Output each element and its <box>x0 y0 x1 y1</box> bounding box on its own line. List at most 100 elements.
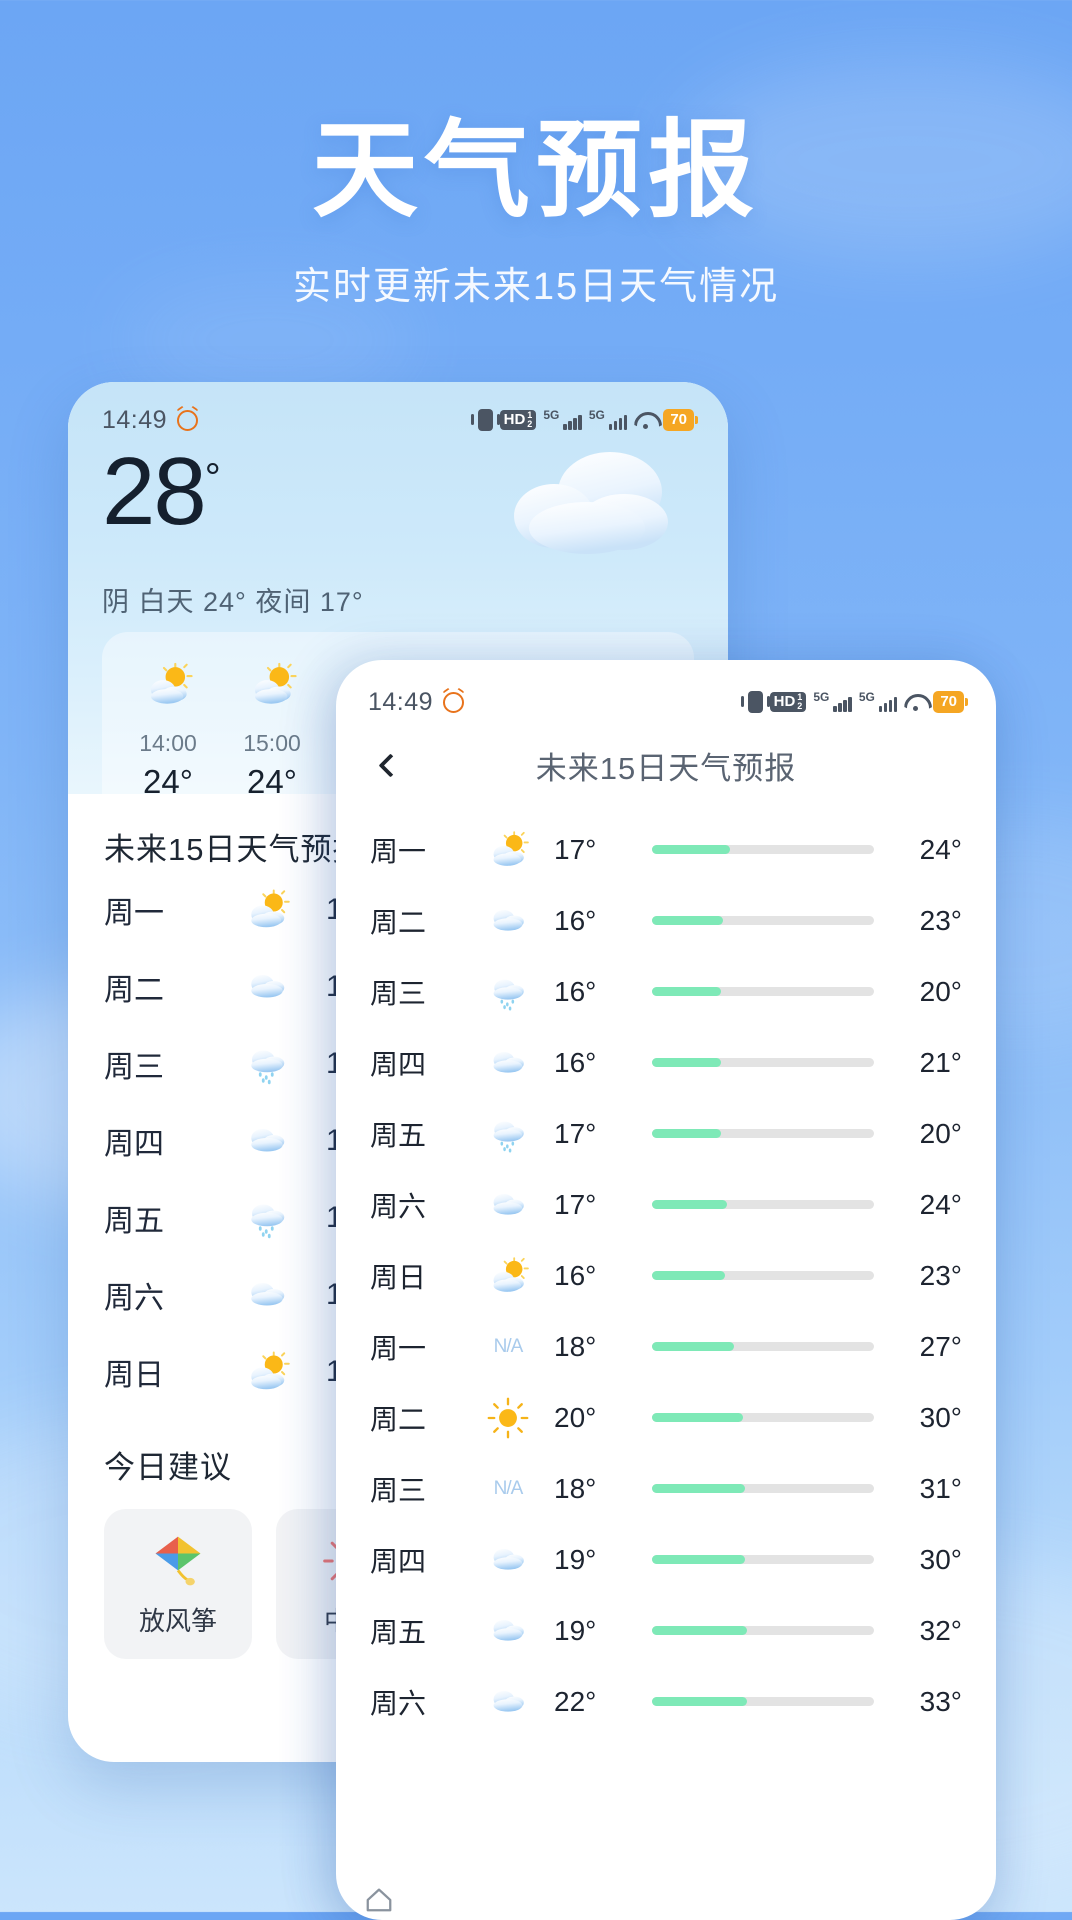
forecast-day: 周三 <box>370 1474 427 1506</box>
temperature-range-bar <box>652 1342 874 1351</box>
forecast-day: 周六 <box>104 1281 164 1315</box>
advice-card-kite[interactable]: 放风筝 <box>104 1509 252 1659</box>
table-row[interactable]: 周四 19° 30° <box>370 1524 962 1595</box>
forecast-day: 周六 <box>370 1687 427 1719</box>
forecast-min-temp: 20° <box>554 1401 597 1433</box>
forecast-max-temp: 24° <box>919 1188 962 1220</box>
forecast-min-temp: 19° <box>554 1614 597 1646</box>
cloud-icon <box>492 444 682 564</box>
vibrate-icon <box>740 691 770 713</box>
hd-sim-bottom: 2 <box>527 419 533 429</box>
fifteen-day-forecast-list[interactable]: 周一 17° 24° 周二 16° 23° 周三 16° 20° 周四 16° 21° 周五 17° 20°… <box>336 808 996 1737</box>
cloud-icon <box>208 1117 326 1165</box>
battery-badge: 70 <box>663 409 698 431</box>
sun-behind-cloud-icon <box>251 889 290 927</box>
na-icon: N/A <box>493 1477 524 1499</box>
status-time: 14:49 <box>102 405 168 434</box>
hourly-item: 14:00 24° <box>116 654 220 801</box>
temperature-range-fill <box>652 1555 746 1564</box>
hd-voice-icon: HD 1 2 <box>499 410 537 430</box>
table-row[interactable]: 周四 16° 21° <box>370 1027 962 1098</box>
cloud-icon <box>493 1193 524 1215</box>
forecast-day: 周四 <box>370 1545 427 1577</box>
hourly-temp: 24° <box>247 763 297 800</box>
hourly-time: 14:00 <box>139 730 197 756</box>
weather-icon-cell <box>462 899 554 943</box>
table-row[interactable]: 周一 17° 24° <box>370 814 962 885</box>
forecast-day: 周三 <box>104 1050 164 1084</box>
screen-title: 未来15日天气预报 <box>535 750 797 786</box>
cloud-icon <box>493 909 524 931</box>
forecast-max-temp: 21° <box>919 1046 962 1078</box>
forecast-max-temp: 23° <box>919 904 962 936</box>
forecast-min-temp: 18° <box>554 1472 597 1504</box>
forecast-day: 周二 <box>104 973 164 1007</box>
table-row[interactable]: 周三 N/A 18° 31° <box>370 1453 962 1524</box>
signal-5g-sim2-icon: 5G <box>858 690 898 712</box>
forecast-max-temp: 27° <box>919 1330 962 1362</box>
status-time: 14:49 <box>368 687 434 716</box>
weather-icon-cell: N/A <box>462 1336 554 1358</box>
back-chevron-icon <box>377 752 403 778</box>
weather-icon-cell <box>462 1041 554 1085</box>
temperature-range-bar <box>652 1200 874 1209</box>
temperature-range-fill <box>652 1413 744 1422</box>
table-row[interactable]: 周三 16° 20° <box>370 956 962 1027</box>
alarm-icon <box>443 691 465 713</box>
rain-cloud-icon <box>493 979 524 1011</box>
forecast-day: 周四 <box>104 1127 164 1161</box>
weather-icon-cell <box>462 1254 554 1298</box>
front-phone-mockup: 14:49 HD 1 2 5G 5G 70 未来15日天气预报 周一 17° 2… <box>336 660 996 1920</box>
temperature-range-bar <box>652 1697 874 1706</box>
forecast-day: 周日 <box>370 1261 427 1293</box>
table-row[interactable]: 周六 22° 33° <box>370 1666 962 1737</box>
forecast-day: 周四 <box>370 1048 427 1080</box>
forecast-day: 周五 <box>370 1616 427 1648</box>
forecast-day: 周二 <box>370 906 427 938</box>
forecast-day: 周五 <box>370 1119 427 1151</box>
forecast-min-temp: 22° <box>554 1685 597 1717</box>
table-row[interactable]: 周一 N/A 18° 27° <box>370 1311 962 1382</box>
forecast-max-temp: 31° <box>919 1472 962 1504</box>
rain-cloud-icon <box>208 1194 326 1242</box>
sun-behind-cloud-icon <box>220 654 324 716</box>
table-row[interactable]: 周日 16° 23° <box>370 1240 962 1311</box>
temperature-range-fill <box>652 845 730 854</box>
alarm-icon <box>177 409 199 431</box>
forecast-max-temp: 20° <box>919 975 962 1007</box>
signal-5g-sim1-icon: 5G <box>543 408 582 430</box>
forecast-day: 周日 <box>104 1358 164 1392</box>
hourly-temp: 24° <box>143 763 193 800</box>
cloud-icon <box>251 1128 285 1151</box>
cloud-icon <box>493 1619 524 1641</box>
forecast-day: 周三 <box>370 977 427 1009</box>
temperature-range-fill <box>652 987 721 996</box>
temperature-range-bar <box>652 987 874 996</box>
rain-cloud-icon <box>251 1050 285 1084</box>
forecast-max-temp: 30° <box>919 1543 962 1575</box>
forecast-min-temp: 17° <box>554 1188 597 1220</box>
home-indicator[interactable] <box>364 1884 394 1914</box>
temperature-range-bar <box>652 1555 874 1564</box>
cloud-icon <box>208 1271 326 1319</box>
table-row[interactable]: 周二 16° 23° <box>370 885 962 956</box>
temperature-range-bar <box>652 916 874 925</box>
back-button[interactable] <box>368 743 412 787</box>
table-row[interactable]: 周五 17° 20° <box>370 1098 962 1169</box>
temperature-range-bar <box>652 1058 874 1067</box>
weather-icon-cell: N/A <box>462 1478 554 1500</box>
temperature-range-bar <box>652 1413 874 1422</box>
table-row[interactable]: 周五 19° 32° <box>370 1595 962 1666</box>
current-condition: 阴 白天 24° 夜间 17° <box>102 587 364 617</box>
cloud-icon <box>493 1548 524 1570</box>
front-phone-header: 未来15日天气预报 <box>336 722 996 808</box>
sun-behind-cloud-icon <box>150 662 193 704</box>
forecast-min-temp: 17° <box>554 1117 597 1149</box>
forecast-min-temp: 17° <box>554 833 597 865</box>
temperature-range-fill <box>652 1058 721 1067</box>
table-row[interactable]: 周六 17° 24° <box>370 1169 962 1240</box>
signal-label: 5G <box>858 690 875 704</box>
temperature-range-fill <box>652 1129 721 1138</box>
hd-label: HD <box>773 692 796 710</box>
table-row[interactable]: 周二 20° 30° <box>370 1382 962 1453</box>
